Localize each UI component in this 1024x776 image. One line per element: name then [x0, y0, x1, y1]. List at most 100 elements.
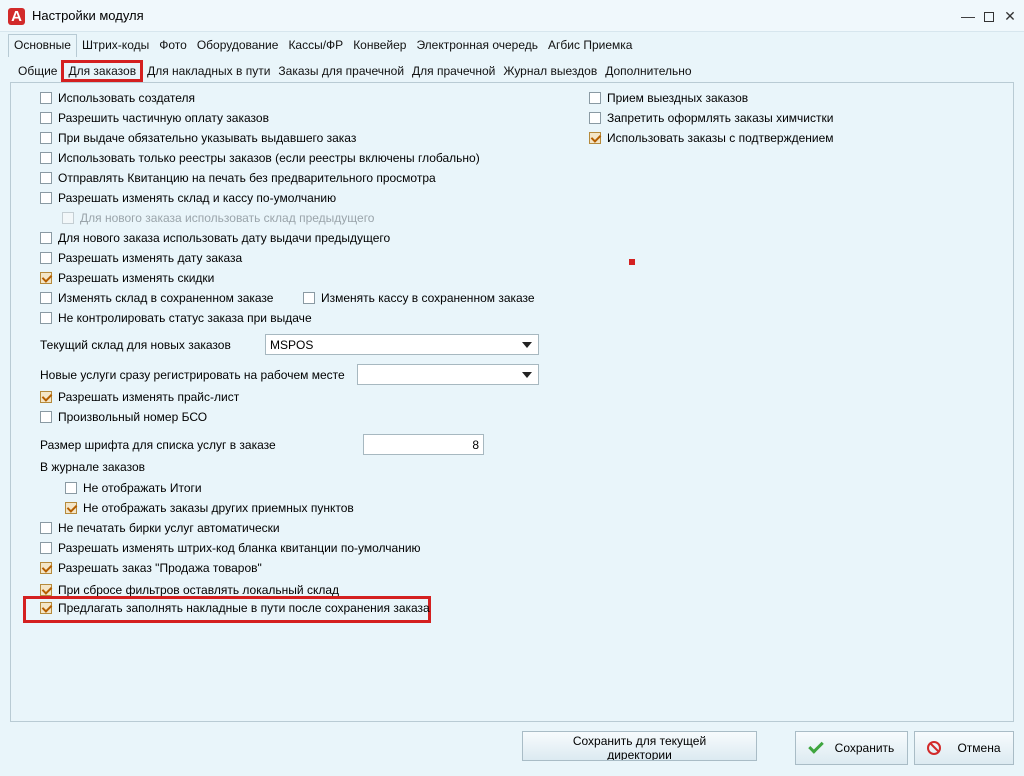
option-hide-other-points[interactable]: Не отображать заказы других приемных пун… — [65, 499, 354, 517]
tab-general[interactable]: Общие — [14, 60, 61, 82]
save-directory-button[interactable]: Сохранить для текущей директории — [522, 731, 757, 761]
option-label: Предлагать заполнять накладные в пути по… — [58, 601, 430, 615]
option-label: Использовать заказы с подтверждением — [607, 131, 834, 145]
checkbox[interactable] — [40, 292, 52, 304]
font-size-label: Размер шрифта для списка услуг в заказе — [40, 438, 276, 452]
tab-field-journal[interactable]: Журнал выездов — [499, 60, 601, 82]
journal-section-label: В журнале заказов — [40, 460, 145, 474]
checkbox[interactable] — [40, 192, 52, 204]
checkbox[interactable] — [65, 502, 77, 514]
checkbox[interactable] — [40, 92, 52, 104]
tab-laundry-orders[interactable]: Заказы для прачечной — [274, 60, 408, 82]
checkbox[interactable] — [40, 562, 52, 574]
option-label: Произвольный номер БСО — [58, 410, 208, 424]
option-change-saved-cash[interactable]: Изменять кассу в сохраненном заказе — [303, 289, 535, 307]
option-change-saved-warehouse[interactable]: Изменять склад в сохраненном заказе — [40, 289, 273, 307]
option-label: Не отображать Итоги — [83, 481, 202, 495]
option-partial-payment[interactable]: Разрешить частичную оплату заказов — [40, 109, 269, 127]
save-button[interactable]: Сохранить — [795, 731, 908, 765]
chevron-down-icon[interactable] — [522, 342, 532, 348]
tab-for-laundry[interactable]: Для прачечной — [408, 60, 499, 82]
option-label: При сбросе фильтров оставлять локальный … — [58, 583, 340, 597]
option-label: Разрешать изменять скидки — [58, 271, 215, 285]
option-label: Не контролировать статус заказа при выда… — [58, 311, 312, 325]
current-warehouse-value: MSPOS — [270, 338, 314, 352]
checkbox[interactable] — [40, 252, 52, 264]
option-label: Не печатать бирки услуг автоматически — [58, 521, 280, 535]
option-label: Разрешать заказ "Продажа товаров" — [58, 561, 262, 575]
checkbox — [62, 212, 74, 224]
option-change-warehouse-cash[interactable]: Разрешать изменять склад и кассу по-умол… — [40, 189, 336, 207]
option-forbid-drycleaning[interactable]: Запретить оформлять заказы химчистки — [589, 109, 833, 127]
main-tabs: Основные Штрих-коды Фото Оборудование Ка… — [8, 34, 637, 57]
option-use-creator[interactable]: Использовать создателя — [40, 89, 195, 107]
checkbox[interactable] — [40, 522, 52, 534]
checkbox[interactable] — [65, 482, 77, 494]
close-icon[interactable]: ✕ — [1000, 6, 1020, 26]
option-change-discounts[interactable]: Разрешать изменять скидки — [40, 269, 214, 287]
checkbox[interactable] — [40, 391, 52, 403]
option-label: Отправлять Квитанцию на печать без предв… — [58, 171, 436, 185]
checkbox[interactable] — [40, 584, 52, 596]
register-workplace-select[interactable] — [357, 364, 539, 385]
window-title: Настройки модуля — [32, 8, 144, 23]
cancel-button[interactable]: Отмена — [914, 731, 1014, 765]
sub-tabs: Общие Для заказов Для накладных в пути З… — [14, 60, 696, 82]
option-label: Разрешать изменять прайс-лист — [58, 390, 240, 404]
option-no-status-control[interactable]: Не контролировать статус заказа при выда… — [40, 309, 312, 327]
checkbox[interactable] — [40, 602, 52, 614]
option-issuer-required[interactable]: При выдаче обязательно указывать выдавше… — [40, 129, 356, 147]
checkbox[interactable] — [40, 542, 52, 554]
maximize-icon[interactable] — [979, 6, 999, 26]
font-size-input[interactable]: 8 — [363, 434, 484, 455]
option-registry-only[interactable]: Использовать только реестры заказов (есл… — [40, 149, 480, 167]
option-label: Не отображать заказы других приемных пун… — [83, 501, 354, 515]
checkbox[interactable] — [40, 152, 52, 164]
tab-barcodes[interactable]: Штрих-коды — [77, 34, 154, 56]
option-no-tag-print[interactable]: Не печатать бирки услуг автоматически — [40, 519, 280, 537]
option-label: Изменять кассу в сохраненном заказе — [321, 291, 535, 305]
option-change-barcode[interactable]: Разрешать изменять штрих-код бланка квит… — [40, 539, 421, 557]
checkbox[interactable] — [40, 172, 52, 184]
tab-photo[interactable]: Фото — [154, 34, 192, 56]
checkbox[interactable] — [40, 411, 52, 423]
chevron-down-icon[interactable] — [522, 372, 532, 378]
option-sale-order[interactable]: Разрешать заказ "Продажа товаров" — [40, 559, 262, 577]
option-label: Использовать только реестры заказов (есл… — [58, 151, 480, 165]
option-offer-transit-invoices[interactable]: Предлагать заполнять накладные в пути по… — [40, 599, 430, 617]
option-change-pricelist[interactable]: Разрешать изменять прайс-лист — [40, 388, 239, 406]
tab-for-orders[interactable]: Для заказов — [61, 60, 144, 82]
tab-conveyor[interactable]: Конвейер — [348, 34, 411, 56]
checkbox[interactable] — [40, 272, 52, 284]
option-confirm-orders[interactable]: Использовать заказы с подтверждением — [589, 129, 834, 147]
tab-equipment[interactable]: Оборудование — [192, 34, 284, 56]
minimize-icon[interactable]: — — [958, 6, 978, 26]
cancel-label: Отмена — [957, 741, 1001, 755]
option-label: Использовать создателя — [58, 91, 196, 105]
tab-transit-invoices[interactable]: Для накладных в пути — [143, 60, 274, 82]
option-label: При выдаче обязательно указывать выдавше… — [58, 131, 357, 145]
tab-cash-registers[interactable]: Кассы/ФР — [283, 34, 348, 56]
tab-agbis-intake[interactable]: Агбис Приемка — [543, 34, 637, 56]
checkbox[interactable] — [589, 112, 601, 124]
option-prev-issue-date[interactable]: Для нового заказа использовать дату выда… — [40, 229, 390, 247]
checkbox[interactable] — [589, 132, 601, 144]
tab-main[interactable]: Основные — [8, 34, 77, 57]
checkbox[interactable] — [40, 132, 52, 144]
option-arbitrary-bso[interactable]: Произвольный номер БСО — [40, 408, 207, 426]
checkbox[interactable] — [40, 112, 52, 124]
option-field-orders[interactable]: Прием выездных заказов — [589, 89, 748, 107]
option-change-order-date[interactable]: Разрешать изменять дату заказа — [40, 249, 242, 267]
option-print-receipt[interactable]: Отправлять Квитанцию на печать без предв… — [40, 169, 436, 187]
checkbox[interactable] — [589, 92, 601, 104]
option-hide-totals[interactable]: Не отображать Итоги — [65, 479, 202, 497]
tab-electronic-queue[interactable]: Электронная очередь — [411, 34, 543, 56]
current-warehouse-select[interactable]: MSPOS — [265, 334, 539, 355]
title-bar: A Настройки модуля — ✕ — [0, 0, 1024, 32]
tab-additional[interactable]: Дополнительно — [601, 60, 695, 82]
option-label: Разрешить частичную оплату заказов — [58, 111, 269, 125]
cancel-icon — [927, 741, 942, 755]
checkbox[interactable] — [303, 292, 315, 304]
checkbox[interactable] — [40, 312, 52, 324]
checkbox[interactable] — [40, 232, 52, 244]
